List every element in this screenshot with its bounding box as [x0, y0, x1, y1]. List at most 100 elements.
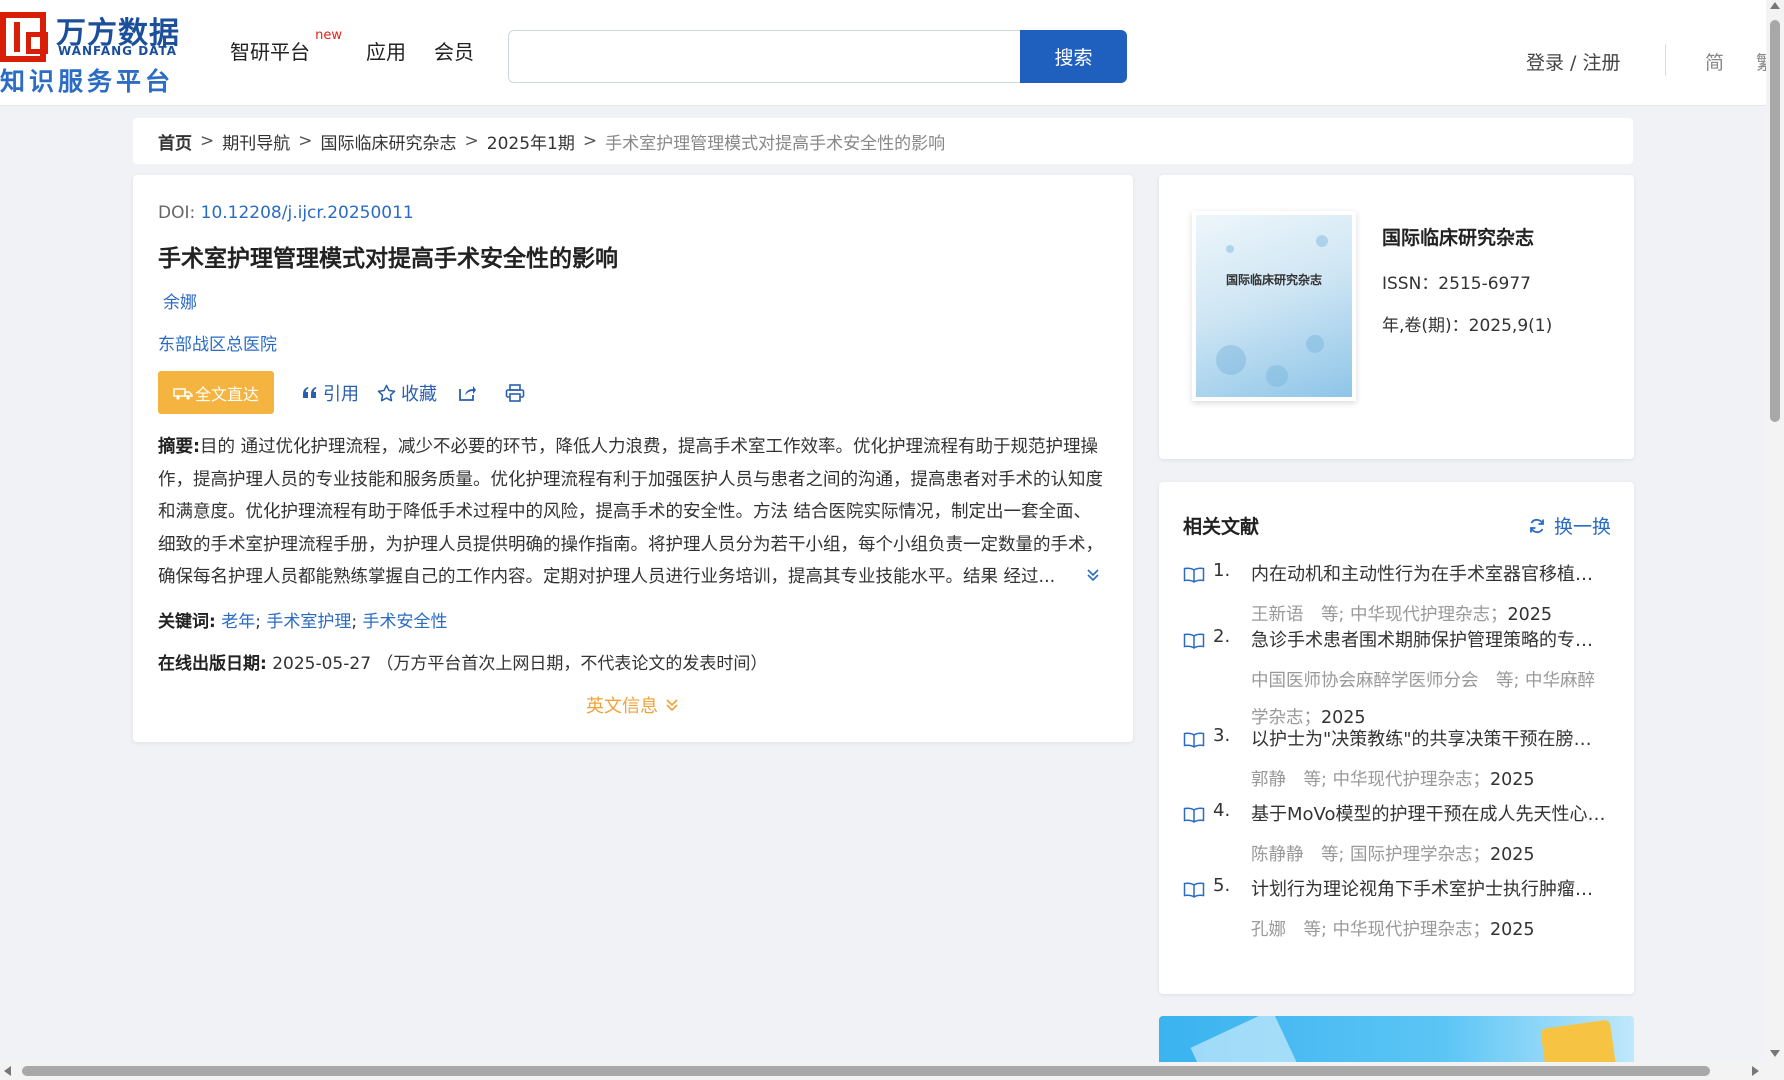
keyword-link[interactable]: 手术室护理 [266, 612, 351, 632]
cover-decoration [1216, 345, 1246, 375]
article-actions: 全文直达 引用 收藏 [158, 371, 525, 414]
english-info-toggle[interactable]: 英文信息 [586, 692, 680, 718]
doi-link[interactable]: 10.12208/j.ijcr.20250011 [201, 203, 414, 223]
related-year: 2025 [1507, 605, 1553, 625]
article-title: 手术室护理管理模式对提高手术安全性的影响 [158, 246, 618, 272]
scroll-up-arrow-icon[interactable] [1770, 2, 1780, 9]
author-link[interactable]: 余娜 [163, 288, 197, 313]
breadcrumb-journal[interactable]: 国际临床研究杂志 [321, 129, 457, 154]
nav-item-zhiyan[interactable]: 智研平台 new [230, 28, 342, 65]
favorite-button[interactable]: 收藏 [377, 380, 437, 406]
related-docs-card: 相关文献 换一换 1. 内在动机和主动性行为在手术室器官移植护理中的作用研究 王… [1159, 482, 1634, 994]
book-icon [1183, 732, 1205, 748]
star-icon [377, 384, 396, 401]
refresh-icon [1530, 518, 1544, 533]
related-year: 2025 [1489, 920, 1535, 940]
related-item[interactable]: 2. 急诊手术患者围术期肺保护管理策略的专家共识 中国医师协会麻醉学医师分会 等… [1183, 626, 1613, 731]
related-number: 3. [1213, 725, 1231, 746]
breadcrumb-current: 手术室护理管理模式对提高手术安全性的影响 [605, 133, 946, 154]
related-title-link[interactable]: 以护士为"决策教练"的共享决策干预在膀胱癌患者中的应用 [1251, 725, 1607, 751]
truck-icon [173, 387, 193, 400]
related-meta: 郭静 等; 中华现代护理杂志；2025 [1251, 762, 1607, 799]
nav-item-apps[interactable]: 应用 [366, 36, 406, 65]
refresh-button[interactable]: 换一换 [1528, 512, 1611, 539]
lang-simplified-button[interactable]: 简 [1705, 48, 1724, 75]
cite-label: 引用 [323, 383, 359, 405]
search-button[interactable]: 搜索 [1020, 30, 1127, 83]
related-title-link[interactable]: 急诊手术患者围术期肺保护管理策略的专家共识 [1251, 626, 1607, 652]
related-year: 2025 [1489, 845, 1535, 865]
scroll-left-arrow-icon[interactable] [4, 1066, 11, 1076]
cover-decoration [1226, 245, 1234, 253]
related-title-link[interactable]: 基于MoVo模型的护理干预在成人先天性心脏病患者中的应用 [1251, 800, 1607, 826]
breadcrumb-issue[interactable]: 2025年1期 [487, 129, 575, 154]
related-year: 2025 [1489, 770, 1535, 790]
scroll-right-arrow-icon[interactable] [1752, 1066, 1759, 1076]
related-meta: 孔娜 等; 中华现代护理杂志；2025 [1251, 912, 1607, 949]
vertical-scroll-thumb[interactable] [1770, 20, 1780, 422]
journal-card: 国际临床研究杂志 国际临床研究杂志 ISSN：2515-6977 年,卷(期)：… [1159, 175, 1634, 459]
fulltext-label: 全文直达 [194, 384, 259, 404]
article-card: DOI: 10.12208/j.ijcr.20250011 手术室护理管理模式对… [133, 175, 1133, 742]
login-register-link[interactable]: 登录 / 注册 [1526, 48, 1620, 75]
share-icon [459, 385, 476, 401]
fulltext-button[interactable]: 全文直达 [158, 371, 274, 414]
new-badge: new [315, 28, 342, 43]
related-meta-text: 中国医师协会麻醉学医师分会 等; 中华麻醉学杂志； [1251, 671, 1595, 728]
share-button[interactable] [457, 384, 477, 402]
horizontal-scroll-thumb[interactable] [22, 1066, 1710, 1076]
horizontal-scrollbar[interactable] [0, 1062, 1766, 1080]
logo-sub-text: 知识服务平台 [0, 67, 175, 96]
related-title: 相关文献 [1183, 516, 1260, 538]
logo-mark-icon [0, 12, 48, 62]
related-title-link[interactable]: 内在动机和主动性行为在手术室器官移植护理中的作用研究 [1251, 560, 1607, 586]
breadcrumb-home[interactable]: 首页 [158, 129, 192, 154]
print-button[interactable] [505, 383, 525, 402]
header-divider [1665, 44, 1666, 76]
nav-item-label: 应用 [366, 40, 406, 64]
related-number: 1. [1213, 560, 1231, 581]
nav-item-membership[interactable]: 会员 [434, 36, 474, 65]
book-icon [1183, 882, 1205, 898]
wanfang-logo[interactable]: 万方数据 WANFANG DATA 知识服务平台 [0, 8, 192, 96]
related-item[interactable]: 1. 内在动机和主动性行为在手术室器官移植护理中的作用研究 王新语 等; 中华现… [1183, 560, 1613, 635]
nav-item-label: 智研平台 [230, 40, 310, 64]
journal-issn: ISSN：2515-6977 [1382, 274, 1531, 294]
scroll-down-arrow-icon[interactable] [1770, 1050, 1780, 1057]
related-number: 2. [1213, 626, 1231, 647]
related-item[interactable]: 3. 以护士为"决策教练"的共享决策干预在膀胱癌患者中的应用 郭静 等; 中华现… [1183, 725, 1613, 800]
scrollbar-corner [1766, 1062, 1784, 1080]
related-meta: 陈静静 等; 国际护理学杂志；2025 [1251, 837, 1607, 874]
related-meta-text: 郭静 等; 中华现代护理杂志； [1251, 770, 1490, 790]
keyword-link[interactable]: 老年 [221, 612, 255, 632]
pubdate-note: （万方平台首次上网日期，不代表论文的发表时间） [376, 654, 768, 674]
lang-traditional-button[interactable]: 繁 [1756, 48, 1766, 75]
keywords-label: 关键词: [158, 612, 216, 632]
pubdate-line: 在线出版日期: 2025-05-27 （万方平台首次上网日期，不代表论文的发表时… [158, 649, 767, 674]
abstract-text: 目的 通过优化护理流程，减少不必要的环节，降低人力浪费，提高手术室工作效率。优化… [158, 437, 1103, 587]
search-input[interactable] [508, 30, 1020, 83]
abstract: 摘要:目的 通过优化护理流程，减少不必要的环节，降低人力浪费，提高手术室工作效率… [158, 431, 1108, 594]
expand-abstract-icon[interactable] [1085, 567, 1101, 583]
keywords-line: 关键词: 老年; 手术室护理; 手术安全性 [158, 612, 448, 632]
related-number: 4. [1213, 800, 1231, 821]
vertical-scrollbar[interactable] [1766, 0, 1784, 1062]
organization-link[interactable]: 东部战区总医院 [158, 330, 277, 355]
breadcrumb-separator: > [298, 131, 313, 151]
journal-name[interactable]: 国际临床研究杂志 [1382, 223, 1534, 250]
journal-cover[interactable]: 国际临床研究杂志 [1192, 211, 1356, 401]
cite-button[interactable]: 引用 [302, 380, 359, 406]
quote-icon [303, 386, 317, 398]
related-item[interactable]: 4. 基于MoVo模型的护理干预在成人先天性心脏病患者中的应用 陈静静 等; 国… [1183, 800, 1613, 875]
related-title-link[interactable]: 计划行为理论视角下手术室护士执行肿瘤手术隔离技术的质性研究 [1251, 875, 1607, 901]
related-item[interactable]: 5. 计划行为理论视角下手术室护士执行肿瘤手术隔离技术的质性研究 孔娜 等; 中… [1183, 875, 1613, 950]
logo-en-text: WANFANG DATA [58, 44, 178, 58]
favorite-label: 收藏 [401, 383, 437, 405]
cover-decoration [1306, 335, 1324, 353]
breadcrumb-separator: > [582, 131, 598, 151]
breadcrumb-separator: > [200, 131, 215, 151]
breadcrumb-journal-nav[interactable]: 期刊导航 [222, 129, 290, 154]
keyword-link[interactable]: 手术安全性 [363, 612, 448, 632]
top-nav: 智研平台 new 应用 会员 [230, 28, 474, 65]
breadcrumb-separator: > [464, 131, 479, 151]
